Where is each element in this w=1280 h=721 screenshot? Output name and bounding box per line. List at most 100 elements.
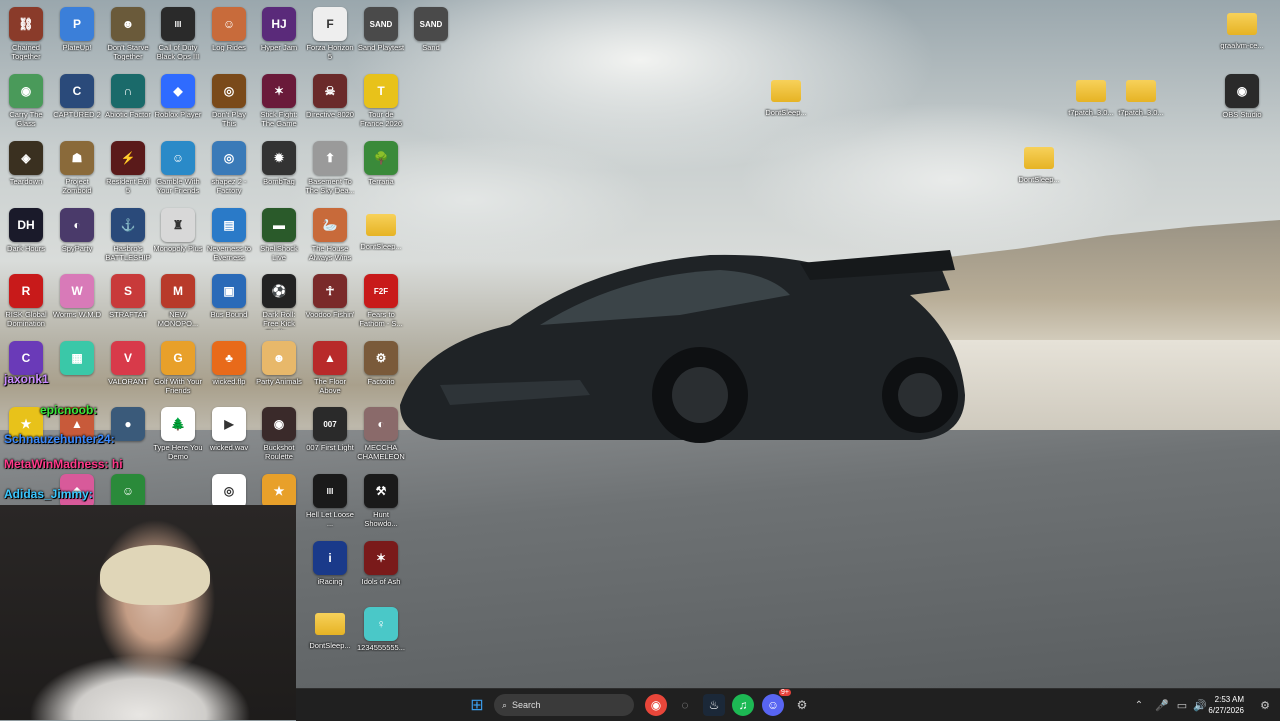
desktop-icon[interactable]: DH Dark Hours — [1, 206, 51, 270]
desktop-icon[interactable]: ☥ Voodoo Fishin' — [305, 272, 355, 336]
notification-icon[interactable]: ⚙ — [1254, 694, 1276, 716]
desktop-icon[interactable]: M NEW MONOPO... — [153, 272, 203, 336]
desktop-icon[interactable]: ♣ wicked.flp — [204, 339, 254, 403]
desktop-icon[interactable]: F2F Fears to Fathom - S... — [356, 272, 406, 336]
desktop-icon-label: ShellShock Live — [260, 244, 298, 262]
desktop-icon-label: Terraria — [368, 177, 394, 186]
desktop-icon[interactable]: P PlateUp! — [52, 5, 102, 69]
app-icon: ◆ — [161, 74, 195, 108]
desktop-icon[interactable]: graalvm-ce... — [1217, 5, 1267, 69]
app-icon: ☻ — [262, 341, 296, 375]
desktop-icon[interactable]: t7patch_3.0... — [1116, 72, 1166, 136]
desktop-icon-label: Don't Starve Together — [107, 43, 149, 61]
chat-message: Schnauzehunter24: — [4, 432, 115, 446]
clipchamp-icon[interactable]: ◌ — [674, 694, 696, 716]
microphone-icon[interactable]: 🎤 — [1151, 694, 1173, 716]
chevron-up-icon[interactable]: ⌃ — [1128, 694, 1150, 716]
desktop-icon[interactable]: ⚽Dark Roll: Free Kick Challe... — [254, 272, 304, 336]
desktop-icon[interactable]: i iRacing — [305, 539, 355, 603]
desktop-icon[interactable]: ▦ — [52, 339, 102, 403]
desktop-icon[interactable]: ✶ Stick Fight: The Game — [254, 72, 304, 136]
desktop-icon[interactable]: ✶ Idols of Ash — [356, 539, 406, 603]
desktop-icon[interactable]: t7patch_3.0... — [1066, 72, 1116, 136]
desktop-icon[interactable]: S STRAFTAT — [103, 272, 153, 336]
desktop-icon[interactable]: ◐ SpyParty — [52, 206, 102, 270]
desktop-icon-label: Buckshot Roulette — [263, 443, 295, 461]
discord-icon[interactable]: ☺ 9+ — [762, 689, 791, 716]
desktop-icon[interactable]: C — [1, 339, 51, 403]
desktop-icon[interactable]: SAND Sand — [406, 5, 456, 69]
app-icon: ⚽ — [262, 274, 296, 308]
desktop-icon[interactable]: ▬ ShellShock Live — [254, 206, 304, 270]
chrome-icon[interactable]: ◉ — [645, 694, 667, 716]
desktop-icon[interactable]: W Worms W.M.D — [52, 272, 102, 336]
spotify-icon[interactable]: ♫ — [732, 694, 754, 716]
desktop-icon[interactable]: HJ Hyper Jam — [254, 5, 304, 69]
app-icon: III — [161, 7, 195, 41]
desktop-icon[interactable]: DontSleep... — [1014, 139, 1064, 203]
desktop-icon[interactable]: III Hell Let Loose ... — [305, 472, 355, 536]
folder-icon — [366, 214, 396, 236]
desktop-icon[interactable]: III Call of Duty Black Ops III — [153, 5, 203, 69]
settings-icon[interactable]: ⚙ — [791, 694, 813, 716]
desktop-icon[interactable]: ◉ Buckshot Roulette — [254, 405, 304, 469]
desktop-icon[interactable]: SAND Sand Playtest — [356, 5, 406, 69]
desktop-icon[interactable]: ◈ Teardown — [1, 139, 51, 203]
desktop-icon[interactable]: 🌲 Type Here You Demo — [153, 405, 203, 469]
desktop-icon[interactable]: G Golf With Your Friends — [153, 339, 203, 403]
desktop-icon[interactable]: ◎ Don't Play This — [204, 72, 254, 136]
desktop-icon[interactable]: 007 007 First Light — [305, 405, 355, 469]
desktop-icon-label: Fears to Fathom - S... — [359, 310, 403, 328]
app-icon: ⚡ — [111, 141, 145, 175]
desktop-icon[interactable]: ⬆ Basement To The Sky Dea... — [305, 139, 355, 203]
desktop-icon[interactable]: ⚓ Hasbro's BATTLESHIP — [103, 206, 153, 270]
desktop-icon-label: SpyParty — [61, 244, 93, 253]
desktop-icon[interactable]: ☻ Party Animals — [254, 339, 304, 403]
app-icon: ◎ — [212, 141, 246, 175]
desktop-icon[interactable]: 🌳 Terraria — [356, 139, 406, 203]
app-icon: ▦ — [60, 341, 94, 375]
desktop-icon[interactable]: R RISK Global Domination — [1, 272, 51, 336]
desktop-icon[interactable]: ☺ Gamble With Your Friends — [153, 139, 203, 203]
steam-icon[interactable]: ♨ — [703, 694, 725, 716]
desktop-icon[interactable]: ✹ BombTag — [254, 139, 304, 203]
desktop-icon[interactable]: ◉ OBS Studio — [1217, 72, 1267, 136]
desktop-icon[interactable]: ☗ Project Zomboid — [52, 139, 102, 203]
desktop-icon[interactable]: ∩ Abiotic Factor — [103, 72, 153, 136]
desktop-icon[interactable]: ◐ MECCHA CHAMELEON — [356, 405, 406, 469]
app-icon: W — [60, 274, 94, 308]
desktop-icon[interactable]: ▲ The Floor Above — [305, 339, 355, 403]
desktop-icon[interactable]: ⚒ Hunt Showdo... — [356, 472, 406, 536]
desktop-icon[interactable]: ♀ 1234555555... — [356, 605, 406, 669]
desktop-icon[interactable]: ◉ Carry The Glass — [1, 72, 51, 136]
desktop-icon[interactable]: ⚡ Resident Evil 5 — [103, 139, 153, 203]
desktop-icon[interactable]: ◆ Roblox Player — [153, 72, 203, 136]
desktop-icon-label: Type Here You Demo — [153, 443, 203, 461]
desktop-icon[interactable]: ⚙ Factorio — [356, 339, 406, 403]
desktop-icon[interactable]: ◎ shapez 2 - Factory — [204, 139, 254, 203]
desktop-icon[interactable]: ▶ wicked.wav — [204, 405, 254, 469]
app-icon: SAND — [414, 7, 448, 41]
desktop-icon[interactable]: DontSleep... — [761, 72, 811, 136]
desktop-icon-label: Golf With Your Friends — [154, 377, 202, 395]
desktop-icon[interactable]: ☻ Don't Starve Together — [103, 5, 153, 69]
desktop-icon[interactable]: C CAPTURED 2 — [52, 72, 102, 136]
desktop-icon[interactable]: T Tour de France 2026 — [356, 72, 406, 136]
desktop-icon[interactable]: V VALORANT — [103, 339, 153, 403]
desktop-icon[interactable]: F Forza Horizon 5 — [305, 5, 355, 69]
desktop-icon[interactable]: ⛓ Chained Together — [1, 5, 51, 69]
desktop-icon-label: VALORANT — [108, 377, 148, 386]
taskbar-clock[interactable]: 2:53 AM 6/27/2026 — [1208, 694, 1244, 716]
desktop-icon[interactable]: ☠ Directive 8020 — [305, 72, 355, 136]
start-button[interactable]: ⊞ — [466, 694, 488, 716]
desktop-icon[interactable]: ▤ Neverness to Everness — [204, 206, 254, 270]
desktop-icon[interactable]: DontSleep... — [305, 605, 355, 669]
desktop-icon[interactable]: ▣ Bus Bound — [204, 272, 254, 336]
desktop-icon[interactable]: 🦢 The House Always Wins — [305, 206, 355, 270]
desktop-icon[interactable]: ☺ Log Rides — [204, 5, 254, 69]
desktop-icon[interactable]: DontSleep... — [356, 206, 406, 270]
desktop-icon[interactable]: ♜ Monopoly Plus — [153, 206, 203, 270]
desktop-icon-label: RISK Global Domination — [5, 310, 47, 328]
desktop-icon-label: Worms W.M.D — [52, 310, 102, 319]
taskbar-search[interactable]: ⌕ Search — [494, 694, 634, 716]
